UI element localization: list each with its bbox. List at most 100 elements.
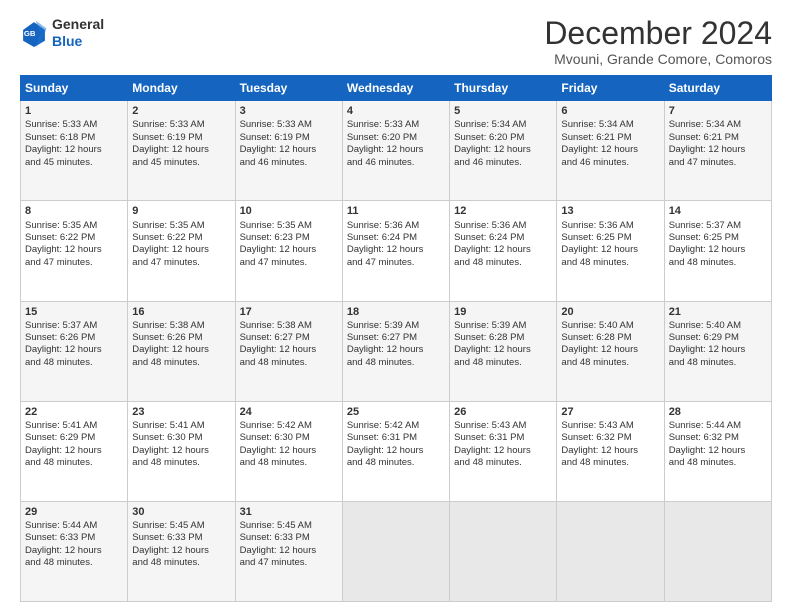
day-cell: 25Sunrise: 5:42 AMSunset: 6:31 PMDayligh… bbox=[342, 401, 449, 501]
daylight-minutes: and 48 minutes. bbox=[25, 457, 93, 468]
day-number: 1 bbox=[25, 104, 123, 118]
sunset-label: Sunset: 6:27 PM bbox=[240, 332, 310, 343]
day-cell: 3Sunrise: 5:33 AMSunset: 6:19 PMDaylight… bbox=[235, 101, 342, 201]
day-number: 11 bbox=[347, 204, 445, 218]
sunrise-label: Sunrise: 5:38 AM bbox=[132, 320, 204, 331]
sunrise-label: Sunrise: 5:44 AM bbox=[25, 520, 97, 531]
day-number: 21 bbox=[669, 305, 767, 319]
daylight-label: Daylight: 12 hours bbox=[561, 344, 638, 355]
day-number: 13 bbox=[561, 204, 659, 218]
sunrise-label: Sunrise: 5:34 AM bbox=[454, 119, 526, 130]
sunrise-label: Sunrise: 5:40 AM bbox=[561, 320, 633, 331]
week-row-4: 22Sunrise: 5:41 AMSunset: 6:29 PMDayligh… bbox=[21, 401, 772, 501]
day-cell: 8 Sunrise: 5:35 AMSunset: 6:22 PMDaylight… bbox=[21, 201, 128, 301]
daylight-label: Daylight: 12 hours bbox=[240, 144, 317, 155]
day-number: 7 bbox=[669, 104, 767, 118]
sunset-label: Sunset: 6:30 PM bbox=[132, 432, 202, 443]
day-cell bbox=[342, 501, 449, 601]
sunset-label: Sunset: 6:29 PM bbox=[25, 432, 95, 443]
week-row-1: 1Sunrise: 5:33 AMSunset: 6:18 PMDaylight… bbox=[21, 101, 772, 201]
day-cell: 11Sunrise: 5:36 AMSunset: 6:24 PMDayligh… bbox=[342, 201, 449, 301]
sunset-label: Sunset: 6:30 PM bbox=[240, 432, 310, 443]
subtitle: Mvouni, Grande Comore, Comoros bbox=[544, 51, 772, 67]
day-number: 5 bbox=[454, 104, 552, 118]
day-cell: 29Sunrise: 5:44 AMSunset: 6:33 PMDayligh… bbox=[21, 501, 128, 601]
sunset-label: Sunset: 6:31 PM bbox=[347, 432, 417, 443]
day-cell: 17Sunrise: 5:38 AMSunset: 6:27 PMDayligh… bbox=[235, 301, 342, 401]
header: GB General Blue December 2024 Mvouni, Gr… bbox=[20, 16, 772, 67]
day-cell: 9Sunrise: 5:35 AMSunset: 6:22 PMDaylight… bbox=[128, 201, 235, 301]
day-cell: 16Sunrise: 5:38 AMSunset: 6:26 PMDayligh… bbox=[128, 301, 235, 401]
daylight-label: Daylight: 12 hours bbox=[561, 144, 638, 155]
day-cell: 7Sunrise: 5:34 AMSunset: 6:21 PMDaylight… bbox=[664, 101, 771, 201]
day-number: 8 bbox=[25, 204, 123, 218]
daylight-minutes: and 45 minutes. bbox=[25, 157, 93, 168]
logo-icon: GB bbox=[20, 19, 48, 47]
sunrise-label: Sunrise: 5:35 AM bbox=[25, 220, 97, 231]
daylight-minutes: and 48 minutes. bbox=[132, 557, 200, 568]
sunrise-label: Sunrise: 5:45 AM bbox=[240, 520, 312, 531]
sunset-label: Sunset: 6:32 PM bbox=[669, 432, 739, 443]
daylight-label: Daylight: 12 hours bbox=[25, 344, 102, 355]
sunset-label: Sunset: 6:33 PM bbox=[132, 532, 202, 543]
daylight-minutes: and 48 minutes. bbox=[669, 357, 737, 368]
weekday-header-monday: Monday bbox=[128, 76, 235, 101]
daylight-label: Daylight: 12 hours bbox=[132, 445, 209, 456]
daylight-minutes: and 48 minutes. bbox=[240, 357, 308, 368]
logo-blue: Blue bbox=[52, 33, 104, 50]
daylight-label: Daylight: 12 hours bbox=[454, 144, 531, 155]
sunset-label: Sunset: 6:33 PM bbox=[240, 532, 310, 543]
daylight-minutes: and 48 minutes. bbox=[561, 357, 629, 368]
daylight-minutes: and 48 minutes. bbox=[561, 457, 629, 468]
day-number: 16 bbox=[132, 305, 230, 319]
sunset-label: Sunset: 6:22 PM bbox=[25, 232, 95, 243]
main-title: December 2024 bbox=[544, 16, 772, 51]
daylight-minutes: and 47 minutes. bbox=[25, 257, 93, 268]
daylight-label: Daylight: 12 hours bbox=[561, 244, 638, 255]
sunrise-label: Sunrise: 5:37 AM bbox=[669, 220, 741, 231]
day-number: 30 bbox=[132, 505, 230, 519]
day-number: 2 bbox=[132, 104, 230, 118]
daylight-label: Daylight: 12 hours bbox=[669, 244, 746, 255]
daylight-minutes: and 48 minutes. bbox=[454, 357, 522, 368]
daylight-label: Daylight: 12 hours bbox=[669, 445, 746, 456]
day-cell: 26Sunrise: 5:43 AMSunset: 6:31 PMDayligh… bbox=[450, 401, 557, 501]
daylight-label: Daylight: 12 hours bbox=[240, 344, 317, 355]
daylight-minutes: and 48 minutes. bbox=[25, 357, 93, 368]
weekday-header-thursday: Thursday bbox=[450, 76, 557, 101]
day-cell: 27Sunrise: 5:43 AMSunset: 6:32 PMDayligh… bbox=[557, 401, 664, 501]
day-number: 24 bbox=[240, 405, 338, 419]
daylight-minutes: and 48 minutes. bbox=[132, 457, 200, 468]
sunset-label: Sunset: 6:29 PM bbox=[669, 332, 739, 343]
sunset-label: Sunset: 6:20 PM bbox=[347, 132, 417, 143]
sunset-label: Sunset: 6:26 PM bbox=[25, 332, 95, 343]
day-number: 6 bbox=[561, 104, 659, 118]
daylight-label: Daylight: 12 hours bbox=[25, 244, 102, 255]
daylight-minutes: and 46 minutes. bbox=[454, 157, 522, 168]
sunrise-label: Sunrise: 5:38 AM bbox=[240, 320, 312, 331]
sunrise-label: Sunrise: 5:37 AM bbox=[25, 320, 97, 331]
daylight-minutes: and 47 minutes. bbox=[240, 257, 308, 268]
day-number: 28 bbox=[669, 405, 767, 419]
daylight-minutes: and 46 minutes. bbox=[561, 157, 629, 168]
weekday-header-row: SundayMondayTuesdayWednesdayThursdayFrid… bbox=[21, 76, 772, 101]
sunrise-label: Sunrise: 5:35 AM bbox=[132, 220, 204, 231]
sunset-label: Sunset: 6:31 PM bbox=[454, 432, 524, 443]
day-cell: 20Sunrise: 5:40 AMSunset: 6:28 PMDayligh… bbox=[557, 301, 664, 401]
page: GB General Blue December 2024 Mvouni, Gr… bbox=[0, 0, 792, 612]
day-number: 15 bbox=[25, 305, 123, 319]
sunrise-label: Sunrise: 5:36 AM bbox=[347, 220, 419, 231]
daylight-label: Daylight: 12 hours bbox=[240, 445, 317, 456]
weekday-header-saturday: Saturday bbox=[664, 76, 771, 101]
daylight-minutes: and 46 minutes. bbox=[347, 157, 415, 168]
daylight-minutes: and 48 minutes. bbox=[454, 457, 522, 468]
day-cell: 31Sunrise: 5:45 AMSunset: 6:33 PMDayligh… bbox=[235, 501, 342, 601]
sunset-label: Sunset: 6:19 PM bbox=[240, 132, 310, 143]
day-number: 27 bbox=[561, 405, 659, 419]
daylight-label: Daylight: 12 hours bbox=[669, 144, 746, 155]
sunrise-label: Sunrise: 5:33 AM bbox=[132, 119, 204, 130]
day-cell: 2Sunrise: 5:33 AMSunset: 6:19 PMDaylight… bbox=[128, 101, 235, 201]
sunset-label: Sunset: 6:27 PM bbox=[347, 332, 417, 343]
daylight-minutes: and 48 minutes. bbox=[454, 257, 522, 268]
sunset-label: Sunset: 6:21 PM bbox=[561, 132, 631, 143]
